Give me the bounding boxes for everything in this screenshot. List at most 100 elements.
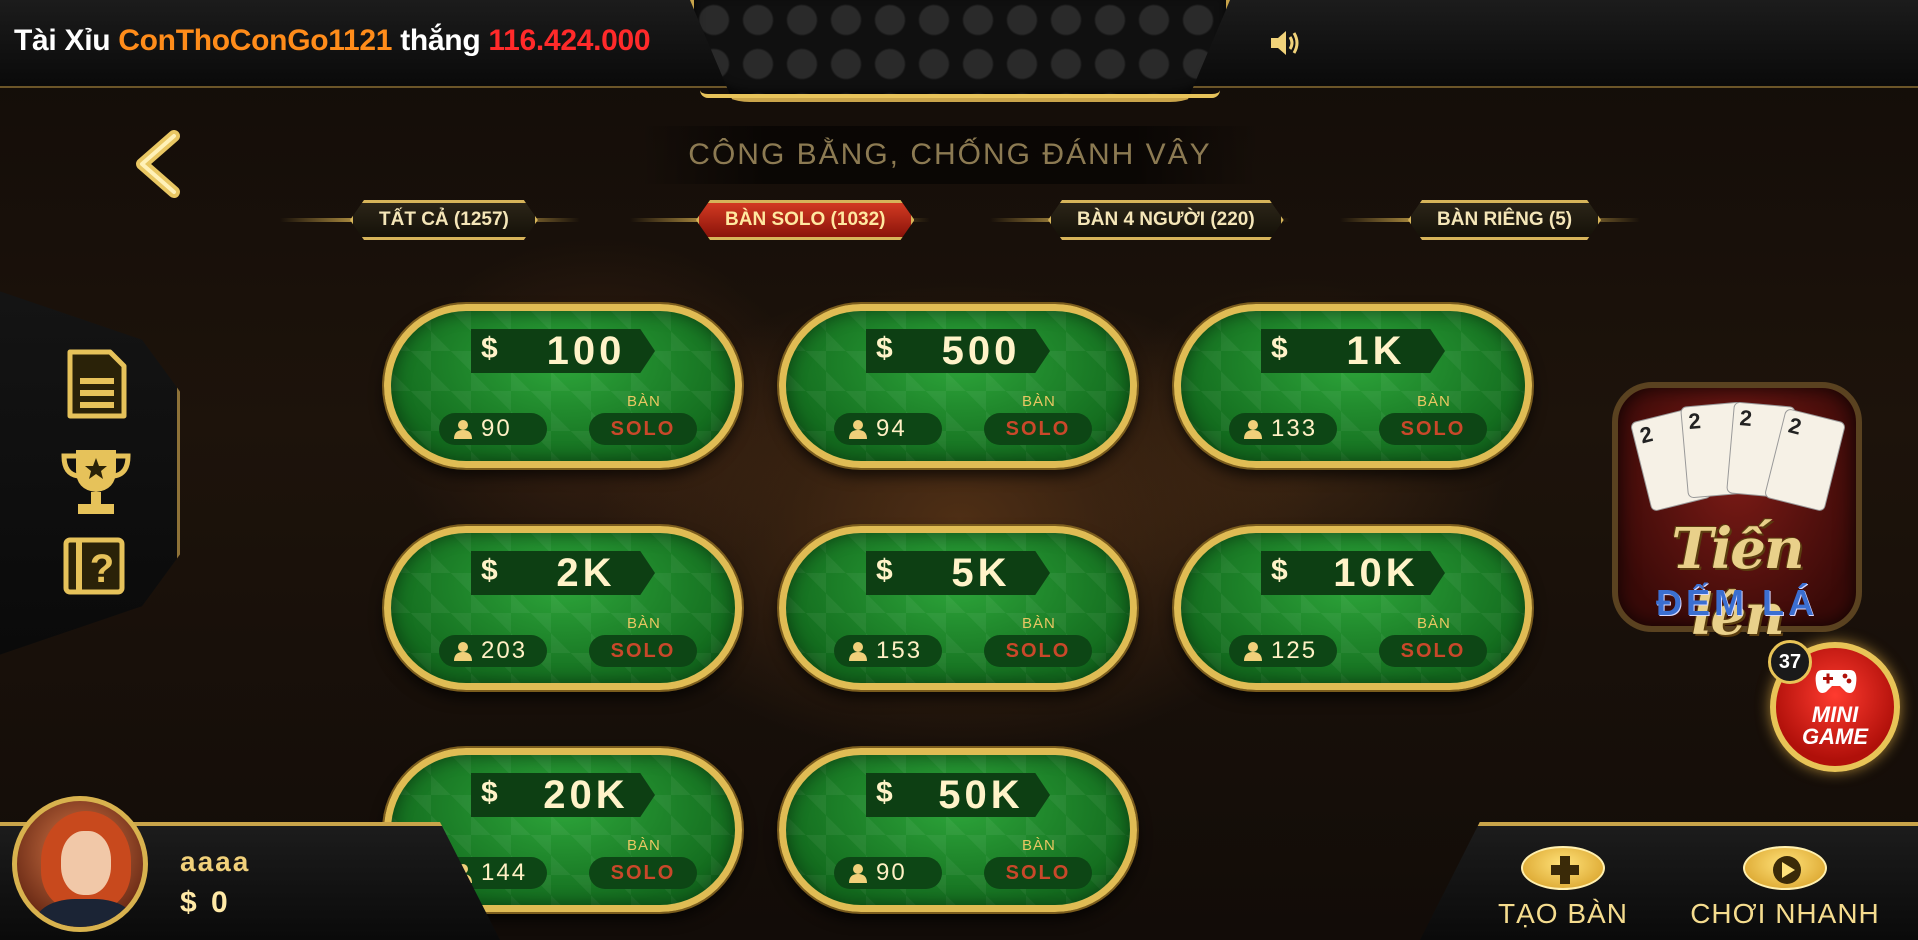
bet-amount-box: $10K xyxy=(1261,551,1445,595)
player-count: 90 xyxy=(834,857,942,889)
tab-solo[interactable]: BÀN SOLO (1032) xyxy=(696,200,914,240)
person-icon xyxy=(849,420,867,439)
document-icon[interactable] xyxy=(58,346,134,422)
game-table[interactable]: $10K BÀN 125 SOLO xyxy=(1174,526,1532,690)
tab-four-player[interactable]: BÀN 4 NGƯỜI (220) xyxy=(1048,200,1284,240)
quick-play-label: CHƠI NHANH xyxy=(1690,898,1880,929)
quick-play-button[interactable]: CHƠI NHANH xyxy=(1690,846,1880,940)
player-count-value: 144 xyxy=(481,859,528,886)
bet-amount: 2K xyxy=(556,551,616,595)
game-table[interactable]: $100 BÀN 90 SOLO xyxy=(384,304,742,468)
username: aaaa xyxy=(180,846,251,877)
help-icon[interactable]: ? xyxy=(58,536,134,612)
svg-text:?: ? xyxy=(90,547,114,591)
table-type-label: BÀN xyxy=(1022,393,1056,410)
player-count-value: 133 xyxy=(1271,415,1318,442)
balance-currency: $ xyxy=(180,886,200,919)
table-mode: SOLO xyxy=(1379,635,1487,667)
game-table[interactable]: $50K BÀN 90 SOLO xyxy=(779,748,1137,912)
table-mode: SOLO xyxy=(589,857,697,889)
table-type-label: BÀN xyxy=(627,837,661,854)
player-count-value: 90 xyxy=(481,415,512,442)
table-mode: SOLO xyxy=(589,413,697,445)
tab-private-group: BÀN RIÊNG (5) xyxy=(1340,196,1640,244)
win-ticker: Tài Xỉu ConThoConGo1121 thắng 116.424.00… xyxy=(14,24,651,58)
currency-symbol: $ xyxy=(481,776,502,809)
tab-four-player-group: BÀN 4 NGƯỜI (220) xyxy=(990,196,1290,244)
mini-game-label: MINI GAME xyxy=(1776,704,1894,748)
tab-solo-group: BÀN SOLO (1032) xyxy=(630,196,930,244)
player-count: 90 xyxy=(439,413,547,445)
game-table[interactable]: $1K BÀN 133 SOLO xyxy=(1174,304,1532,468)
tab-all-group: TẤT CẢ (1257) xyxy=(280,196,580,244)
player-count: 153 xyxy=(834,635,942,667)
bet-amount-box: $20K xyxy=(471,773,655,817)
person-icon xyxy=(454,642,472,661)
create-table-button[interactable]: TẠO BÀN xyxy=(1468,846,1658,940)
ticker-amount: 116.424.000 xyxy=(488,24,651,57)
currency-symbol: $ xyxy=(481,554,502,587)
bet-amount: 1K xyxy=(1346,329,1406,373)
game-logo: 2 2 2 2 Tiến lên ĐẾM LÁ xyxy=(1612,382,1862,648)
tab-all[interactable]: TẤT CẢ (1257) xyxy=(350,200,538,240)
table-mode: SOLO xyxy=(589,635,697,667)
back-arrow-icon[interactable] xyxy=(130,130,190,200)
slogan-banner: CÔNG BẰNG, CHỐNG ĐÁNH VÂY xyxy=(640,126,1260,184)
table-mode: SOLO xyxy=(984,635,1092,667)
bet-amount: 20K xyxy=(543,773,629,817)
currency-symbol: $ xyxy=(876,332,897,365)
player-count: 125 xyxy=(1229,635,1337,667)
notification-badge: 37 xyxy=(1768,640,1812,684)
player-count: 94 xyxy=(834,413,942,445)
currency-symbol: $ xyxy=(876,776,897,809)
game-table[interactable]: $2K BÀN 203 SOLO xyxy=(384,526,742,690)
gamepad-icon xyxy=(1815,670,1857,693)
avatar-face xyxy=(61,831,111,895)
bet-amount: 5K xyxy=(951,551,1011,595)
table-mode: SOLO xyxy=(984,413,1092,445)
card-rank: 2 xyxy=(1637,421,1656,449)
currency-symbol: $ xyxy=(1271,554,1292,587)
currency-symbol: $ xyxy=(876,554,897,587)
card-rank: 2 xyxy=(1738,405,1754,432)
player-count: 203 xyxy=(439,635,547,667)
game-table[interactable]: $500 BÀN 94 SOLO xyxy=(779,304,1137,468)
trophy-icon[interactable] xyxy=(58,444,134,520)
tab-private[interactable]: BÀN RIÊNG (5) xyxy=(1408,200,1601,240)
user-balance: $ 0 xyxy=(180,886,231,920)
game-table[interactable]: $5K BÀN 153 SOLO xyxy=(779,526,1137,690)
player-count-value: 90 xyxy=(876,859,907,886)
table-type-label: BÀN xyxy=(1022,615,1056,632)
ticker-game: Tài Xỉu xyxy=(14,24,111,57)
person-icon xyxy=(849,864,867,883)
bet-amount-box: $2K xyxy=(471,551,655,595)
table-type-label: BÀN xyxy=(627,393,661,410)
game-logo-subtitle: ĐẾM LÁ xyxy=(1656,582,1818,623)
avatar[interactable] xyxy=(12,796,148,932)
person-icon xyxy=(849,642,867,661)
bet-amount: 100 xyxy=(546,329,626,373)
mini-game-line2: GAME xyxy=(1802,724,1868,749)
bet-amount: 500 xyxy=(941,329,1021,373)
header-crest-rim xyxy=(700,90,1220,98)
create-table-label: TẠO BÀN xyxy=(1498,898,1628,929)
player-count-value: 203 xyxy=(481,637,528,664)
currency-symbol: $ xyxy=(481,332,502,365)
bet-amount-box: $500 xyxy=(866,329,1050,373)
table-type-label: BÀN xyxy=(1417,393,1451,410)
play-icon xyxy=(1743,846,1827,890)
player-count-value: 125 xyxy=(1271,637,1318,664)
person-icon xyxy=(1244,420,1262,439)
speaker-icon[interactable] xyxy=(1268,28,1304,60)
currency-symbol: $ xyxy=(1271,332,1292,365)
player-count: 133 xyxy=(1229,413,1337,445)
bet-amount: 50K xyxy=(938,773,1024,817)
bet-amount-box: $1K xyxy=(1261,329,1445,373)
ticker-verb: thắng xyxy=(400,24,481,57)
bet-amount-box: $100 xyxy=(471,329,655,373)
table-type-label: BÀN xyxy=(1022,837,1056,854)
header-crest xyxy=(690,0,1230,102)
bet-amount-box: $50K xyxy=(866,773,1050,817)
table-type-label: BÀN xyxy=(1417,615,1451,632)
bet-amount-box: $5K xyxy=(866,551,1050,595)
